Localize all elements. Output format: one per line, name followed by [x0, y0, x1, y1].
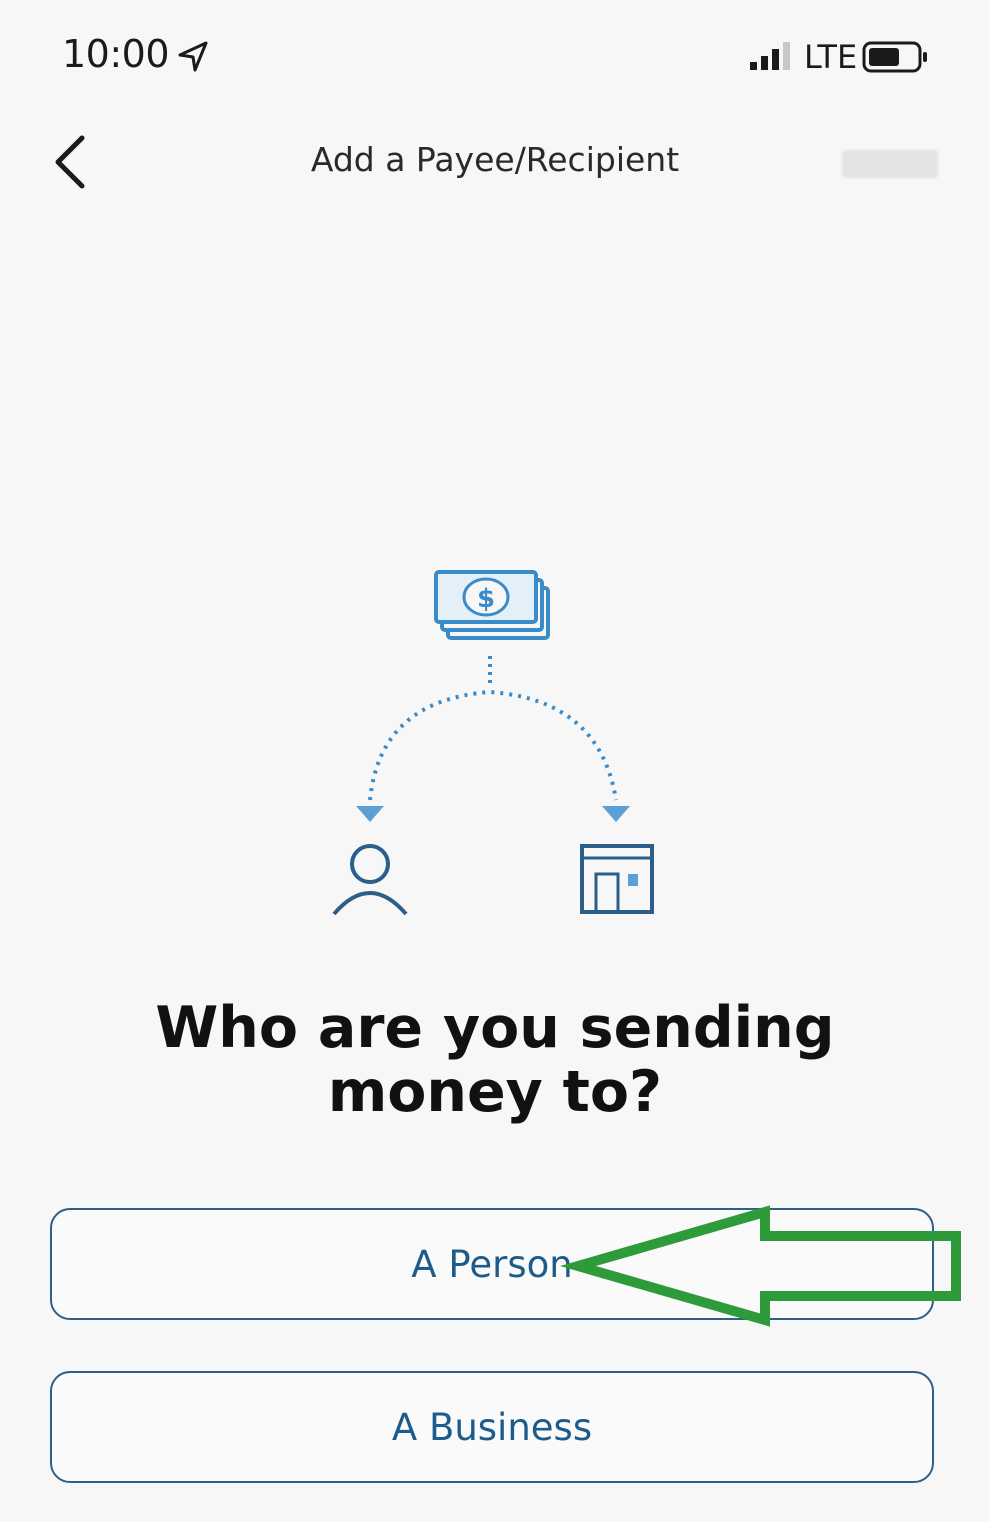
money-stack-icon: $ [434, 570, 550, 640]
status-time: 10:00 [62, 32, 170, 76]
status-bar: 10:00 LTE [0, 0, 990, 110]
payment-illustration: $ [332, 570, 654, 916]
signal-icon [750, 42, 790, 70]
a-business-label: A Business [391, 1405, 593, 1449]
prompt-heading-line1: Who are you sending [155, 995, 835, 1061]
battery-icon [862, 41, 927, 73]
business-building-icon [580, 844, 654, 914]
location-arrow-icon [178, 41, 208, 72]
a-person-button[interactable]: A Person [50, 1208, 934, 1320]
prompt-heading-line2: money to? [327, 1059, 663, 1125]
person-icon [332, 844, 408, 916]
svg-text:$: $ [477, 584, 495, 614]
a-business-button[interactable]: A Business [50, 1371, 934, 1483]
prompt-heading: Who are you sending money to? [80, 996, 910, 1124]
network-type: LTE [804, 38, 858, 76]
nav-right-action[interactable] [842, 150, 938, 178]
a-person-label: A Person [411, 1242, 573, 1286]
